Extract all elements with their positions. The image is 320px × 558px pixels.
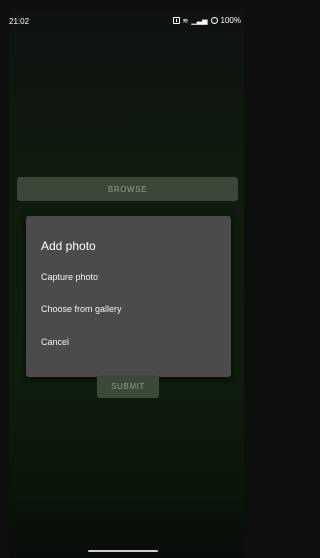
capture-photo-option[interactable]: Capture photo xyxy=(41,272,98,282)
browse-button[interactable]: BROWSE xyxy=(17,177,238,201)
status-time: 21:02 xyxy=(9,17,30,26)
battery-icon xyxy=(210,17,218,24)
status-bar: 21:02 ≋ ▁▃▅ 100% xyxy=(9,9,241,33)
navigation-handle[interactable] xyxy=(88,550,158,552)
cancel-option[interactable]: Cancel xyxy=(41,337,69,347)
battery-percent: 100% xyxy=(220,16,241,25)
choose-from-gallery-option[interactable]: Choose from gallery xyxy=(41,304,122,314)
signal-icon: ▁▃▅ xyxy=(191,17,208,25)
status-icons: ≋ ▁▃▅ 100% xyxy=(172,16,241,25)
submit-button[interactable]: SUBMIT xyxy=(97,375,159,398)
vibrate-icon: ≋ xyxy=(182,17,189,25)
dialog-title: Add photo xyxy=(41,239,96,253)
add-photo-dialog: Add photo Capture photo Choose from gall… xyxy=(26,216,231,377)
app-screen: 21:02 ≋ ▁▃▅ 100% BROWSE Add photo Captur… xyxy=(9,9,244,558)
nfc-icon xyxy=(172,17,180,24)
